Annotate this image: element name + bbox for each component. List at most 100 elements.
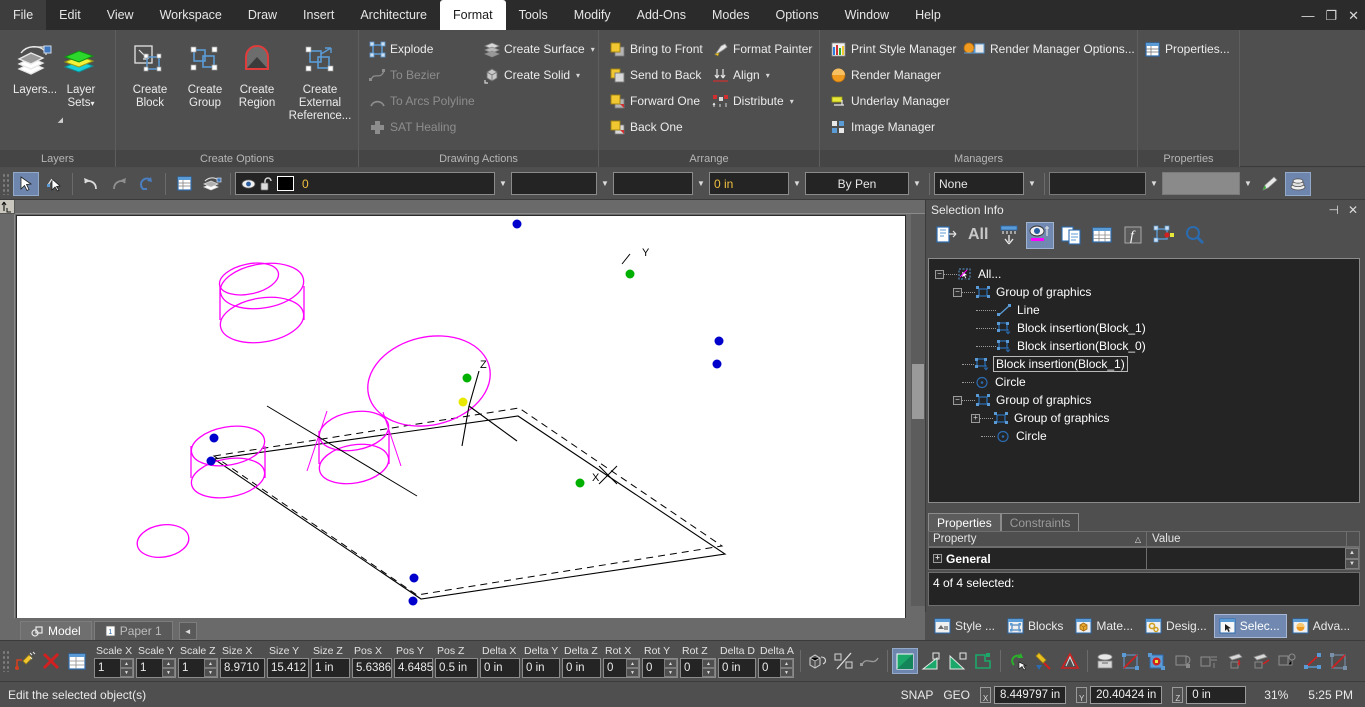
properties-button[interactable]: Properties... bbox=[1142, 38, 1233, 60]
refresh-button[interactable] bbox=[134, 172, 160, 196]
menu-format[interactable]: Format bbox=[440, 0, 506, 30]
tab-properties[interactable]: Properties bbox=[928, 513, 1001, 531]
menu-architecture[interactable]: Architecture bbox=[347, 0, 440, 30]
menu-window[interactable]: Window bbox=[832, 0, 902, 30]
sheet-tab-scroll-left[interactable]: ◄ bbox=[178, 622, 197, 640]
sheet-tab-model[interactable]: Model bbox=[20, 621, 92, 640]
menu-workspace[interactable]: Workspace bbox=[147, 0, 235, 30]
rot-z-stepper[interactable]: ▲ ▼ bbox=[702, 659, 715, 677]
menu-insert[interactable]: Insert bbox=[290, 0, 347, 30]
linewidth-combo-dropdown[interactable]: ▼ bbox=[789, 172, 805, 195]
tree-node-block-insertion-selected[interactable]: Block insertion(Block_1) bbox=[929, 355, 1359, 373]
extrude-button[interactable] bbox=[1092, 648, 1118, 674]
selection-tree[interactable]: − All... − Group of graphics Line Block … bbox=[928, 258, 1360, 503]
panel-close-icon[interactable]: ✕ bbox=[1348, 203, 1358, 217]
selection-copy-button[interactable] bbox=[1057, 222, 1085, 249]
layer-selector-dropdown[interactable]: ▼ bbox=[495, 172, 511, 195]
tab-materials[interactable]: Mate... bbox=[1070, 614, 1140, 638]
tab-style-manager[interactable]: Style ... bbox=[929, 614, 1002, 638]
menu-help[interactable]: Help bbox=[902, 0, 954, 30]
rot-y-stepper[interactable]: ▲ ▼ bbox=[664, 659, 677, 677]
align-object-button[interactable] bbox=[1196, 648, 1222, 674]
properties-table-body[interactable]: + General ▲ ▼ bbox=[928, 547, 1360, 570]
menu-edit[interactable]: Edit bbox=[46, 0, 94, 30]
tree-node-circle-2[interactable]: Circle bbox=[929, 427, 1359, 445]
tree-node-circle-1[interactable]: Circle bbox=[929, 373, 1359, 391]
chevron-down-icon[interactable]: ▾ bbox=[576, 71, 580, 80]
offset-edge-button[interactable] bbox=[1248, 648, 1274, 674]
explode-button[interactable]: Explode bbox=[367, 38, 436, 60]
tree-node-group-2[interactable]: − Group of graphics bbox=[929, 391, 1359, 409]
field-scale-x-input[interactable]: 1 ▲ ▼ bbox=[94, 658, 134, 678]
tab-blocks[interactable]: Blocks bbox=[1002, 614, 1070, 638]
render-manager-button[interactable]: Render Manager bbox=[828, 64, 944, 86]
text-style-combo[interactable] bbox=[1049, 172, 1146, 195]
field-scale-y-input[interactable]: 1 ▲ ▼ bbox=[136, 658, 176, 678]
tree-node-line[interactable]: Line bbox=[929, 301, 1359, 319]
tab-selection-info[interactable]: Selec... bbox=[1213, 614, 1287, 638]
coordinate-y-value[interactable]: 20.40424 in bbox=[1090, 685, 1163, 704]
geo-toggle[interactable]: GEO bbox=[943, 688, 970, 702]
drawing-sheet[interactable]: Z Y X bbox=[16, 215, 906, 623]
tree-node-all[interactable]: − All... bbox=[929, 265, 1359, 283]
field-delta-z-input[interactable]: 0 in bbox=[562, 658, 601, 678]
menu-tools[interactable]: Tools bbox=[506, 0, 561, 30]
field-delta-y-input[interactable]: 0 in bbox=[522, 658, 560, 678]
line-segment-button[interactable] bbox=[1300, 648, 1326, 674]
send-to-back-button[interactable]: Send to Back bbox=[607, 64, 704, 86]
render-manager-options-button[interactable]: Render Manager Options... bbox=[960, 38, 1138, 60]
drawing-canvas-area[interactable]: Z Y X Model 1 Paper 1 ◄ bbox=[0, 200, 925, 640]
create-external-reference-button[interactable]: Create External Reference... bbox=[283, 36, 357, 132]
curve-edit-button[interactable] bbox=[857, 648, 883, 674]
field-delta-d-input[interactable]: 0 in bbox=[718, 658, 756, 678]
pen-combo[interactable]: By Pen bbox=[805, 172, 909, 195]
field-rot-z-input[interactable]: 0 ▲ ▼ bbox=[680, 658, 716, 678]
warning-button[interactable] bbox=[1057, 648, 1083, 674]
text-style-combo-dropdown[interactable]: ▼ bbox=[1146, 172, 1162, 195]
tree-collapse-toggle[interactable]: − bbox=[953, 287, 962, 297]
menu-modes[interactable]: Modes bbox=[699, 0, 763, 30]
properties-grid-button[interactable] bbox=[64, 648, 90, 674]
selection-visibility-button[interactable] bbox=[1026, 221, 1055, 249]
scroll-down-icon[interactable]: ▼ bbox=[1345, 558, 1359, 569]
menu-draw[interactable]: Draw bbox=[235, 0, 290, 30]
menu-file[interactable]: File bbox=[0, 0, 47, 30]
to-bezier-button[interactable]: To Bezier bbox=[367, 64, 443, 86]
to-arcs-polyline-button[interactable]: To Arcs Polyline bbox=[367, 90, 478, 112]
property-row-general[interactable]: + General bbox=[929, 548, 1147, 569]
panel-pin-icon[interactable]: ⊣ bbox=[1328, 203, 1338, 217]
select-tool-button[interactable] bbox=[13, 171, 39, 196]
menu-modify[interactable]: Modify bbox=[561, 0, 624, 30]
zoom-level[interactable]: 31% bbox=[1256, 688, 1288, 702]
pen-edit-button[interactable] bbox=[1257, 172, 1283, 196]
create-block-button[interactable]: Create Block bbox=[121, 36, 179, 132]
selection-function-button[interactable]: f bbox=[1119, 222, 1147, 249]
layers-toolbar-button[interactable] bbox=[199, 172, 225, 196]
color-picker-button[interactable] bbox=[1031, 648, 1057, 674]
vertical-ruler[interactable] bbox=[0, 214, 15, 640]
minimize-icon[interactable]: — bbox=[1301, 9, 1314, 22]
selection-highlight-button[interactable] bbox=[1150, 222, 1178, 249]
delete-segment-button[interactable] bbox=[1326, 648, 1352, 674]
tree-node-block-insertion-1[interactable]: Block insertion(Block_1) bbox=[929, 319, 1359, 337]
field-delta-a-input[interactable]: 0 ▲ ▼ bbox=[758, 658, 794, 678]
print-style-manager-button[interactable]: Print Style Manager bbox=[828, 38, 959, 60]
style-combo[interactable]: None bbox=[934, 172, 1024, 195]
forward-one-button[interactable]: Forward One bbox=[607, 90, 703, 112]
menu-add-ons[interactable]: Add-Ons bbox=[624, 0, 699, 30]
editbar-grip[interactable] bbox=[2, 650, 9, 672]
menu-view[interactable]: View bbox=[94, 0, 147, 30]
tab-design-director[interactable]: Desig... bbox=[1140, 614, 1214, 638]
fill-gradient-button[interactable] bbox=[918, 648, 944, 674]
bring-to-front-button[interactable]: Bring to Front bbox=[607, 38, 706, 60]
format-painter-button[interactable]: Format Painter bbox=[710, 38, 815, 60]
scale-z-stepper[interactable]: ▲ ▼ bbox=[204, 659, 217, 677]
print-style-toggle-button[interactable] bbox=[1285, 171, 1311, 196]
snap-settings-button[interactable] bbox=[1274, 648, 1300, 674]
field-scale-z-input[interactable]: 1 ▲ ▼ bbox=[178, 658, 218, 678]
value-column-header[interactable]: Value bbox=[1147, 532, 1347, 546]
menu-options[interactable]: Options bbox=[763, 0, 832, 30]
slice-button[interactable] bbox=[1118, 648, 1144, 674]
rot-x-stepper[interactable]: ▲ ▼ bbox=[626, 659, 639, 677]
selection-all-label[interactable]: All bbox=[964, 226, 992, 244]
